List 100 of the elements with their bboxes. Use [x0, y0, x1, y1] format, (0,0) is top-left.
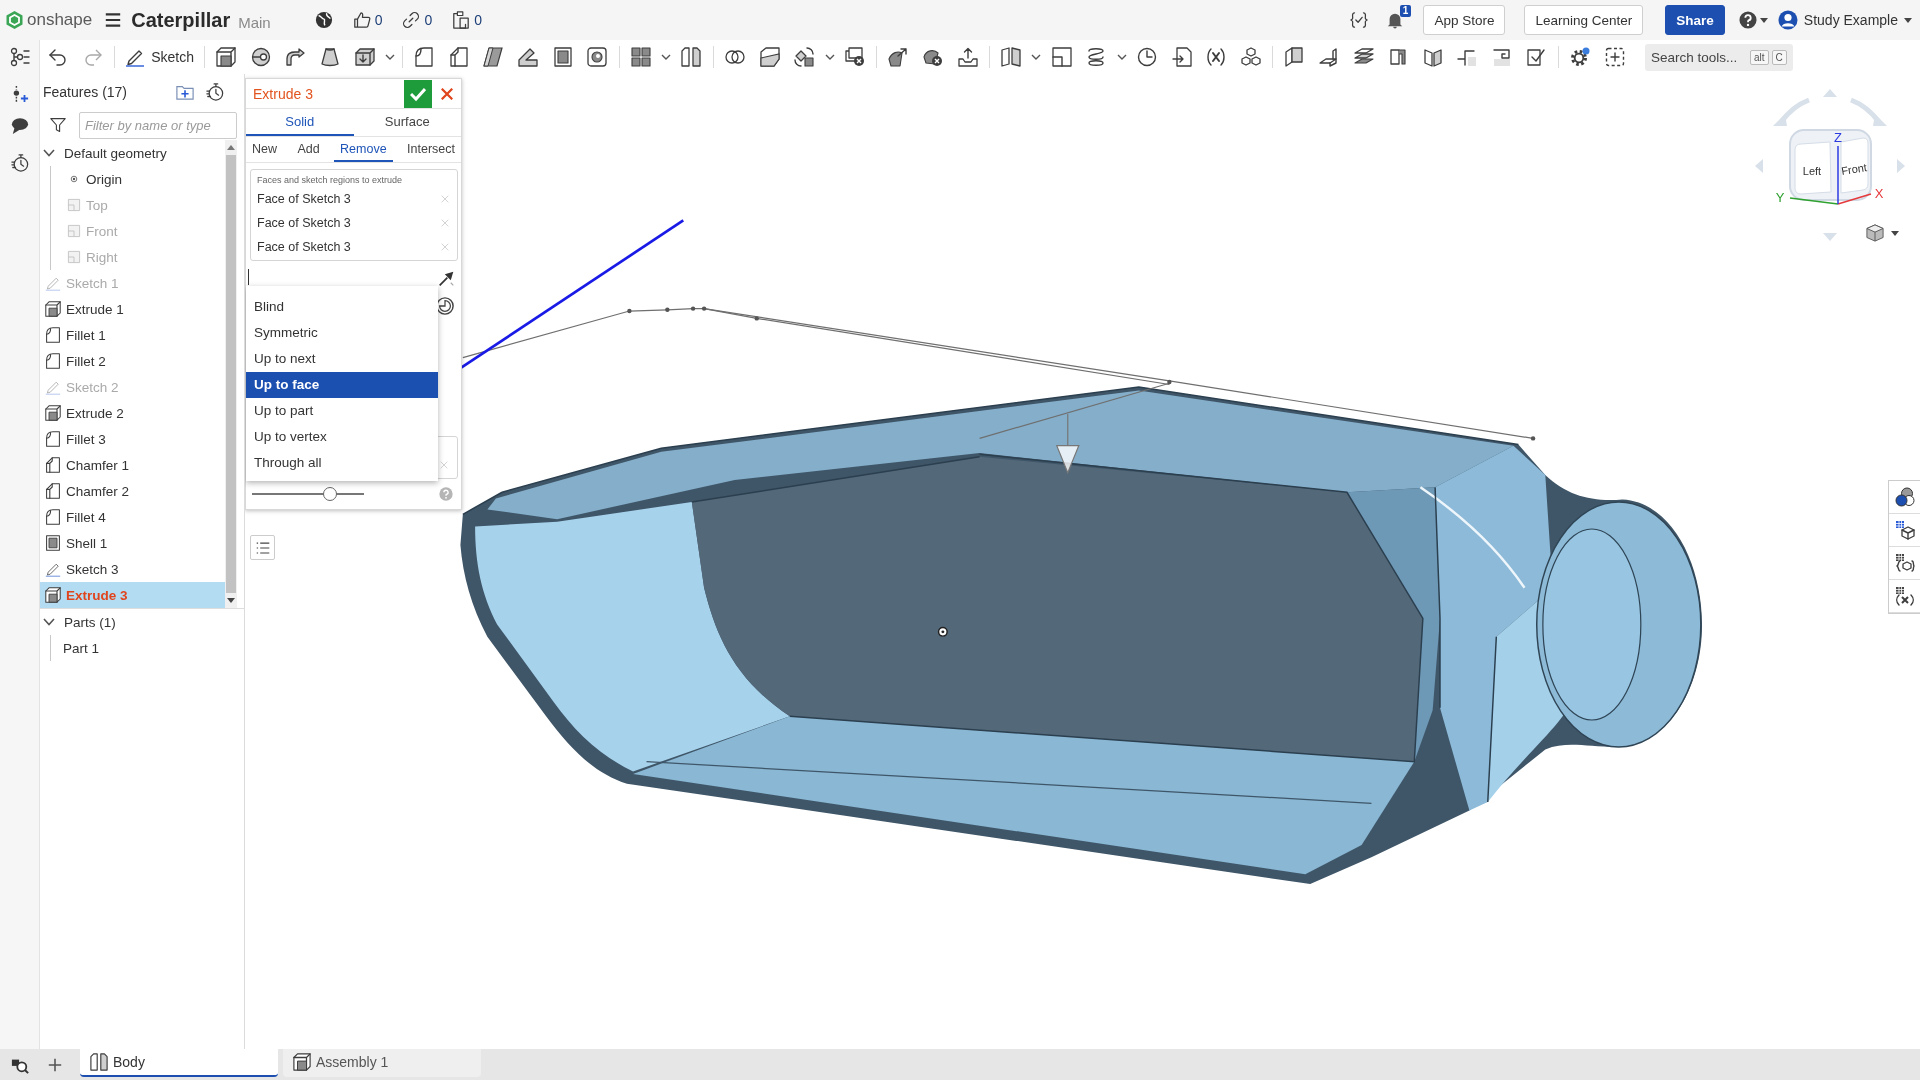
feature-item[interactable]: Origin	[51, 166, 225, 192]
helix-icon[interactable]	[1086, 47, 1107, 67]
tab[interactable]: New	[246, 137, 283, 162]
filter-icon[interactable]	[50, 117, 66, 133]
circles-icon[interactable]	[725, 47, 745, 67]
chevron-icon[interactable]	[43, 618, 55, 626]
dropdown-option[interactable]: Blind	[246, 294, 438, 320]
scrollbar[interactable]	[225, 140, 237, 608]
slanted-block-icon[interactable]	[483, 47, 504, 67]
blob-arrow-icon[interactable]	[888, 47, 909, 67]
user-name[interactable]: Study Example	[1803, 12, 1898, 28]
selection-item[interactable]: Face of Sketch 3	[257, 240, 351, 254]
feature-item[interactable]: Fillet 1	[40, 322, 225, 348]
tree-list-icon[interactable]	[9, 47, 30, 67]
feature-item[interactable]: Shell 1	[40, 530, 225, 556]
avatar-icon[interactable]	[1777, 10, 1798, 30]
header-button[interactable]: Learning Center	[1524, 5, 1644, 35]
feature-item[interactable]: Fillet 4	[40, 504, 225, 530]
dropdown-option[interactable]: Up to face	[246, 372, 438, 398]
caret-down-icon[interactable]	[1759, 17, 1768, 23]
square-check-icon[interactable]	[1526, 47, 1547, 67]
plus-icon[interactable]	[48, 1058, 62, 1072]
chevron-down-icon[interactable]	[1031, 54, 1042, 60]
chevron-down-icon[interactable]	[824, 54, 835, 60]
grid-icon[interactable]	[630, 47, 651, 67]
search-field[interactable]: Search tools... alt C	[1644, 43, 1793, 71]
menu-icon[interactable]	[105, 13, 122, 27]
thumbs-up-icon[interactable]	[352, 11, 371, 29]
parentheses-x-icon[interactable]	[1206, 47, 1227, 67]
selection-item[interactable]: Face of Sketch 3	[257, 192, 351, 206]
help-icon[interactable]	[1738, 11, 1757, 29]
caret-down-icon[interactable]	[1904, 17, 1912, 23]
feature-item[interactable]: Chamfer 2	[40, 478, 225, 504]
feature-item[interactable]: Fillet 3	[40, 426, 225, 452]
cube-icon[interactable]	[1866, 224, 1884, 242]
disc-icon[interactable]	[250, 47, 271, 67]
bevel-corner-icon[interactable]	[448, 47, 469, 67]
dashed-plus-icon[interactable]	[1604, 47, 1625, 67]
cube-icon[interactable]	[216, 47, 237, 67]
tab[interactable]: Add	[291, 137, 326, 162]
list-button[interactable]	[250, 535, 275, 560]
folder-plus-icon[interactable]	[176, 83, 194, 101]
box-arrow-icon[interactable]	[354, 47, 375, 67]
direction-arrow[interactable]	[1055, 413, 1080, 475]
gear-icon[interactable]	[1570, 47, 1591, 67]
caret-down-icon[interactable]	[227, 598, 235, 603]
angled-block-icon[interactable]	[518, 47, 539, 67]
tab[interactable]: Remove	[334, 137, 393, 162]
tab[interactable]: Body	[80, 1049, 278, 1077]
twin-blocks-icon[interactable]	[681, 47, 702, 67]
shapes-arrows-icon[interactable]	[794, 47, 815, 67]
rounded-corner-icon[interactable]	[414, 47, 435, 67]
stopwatch-icon[interactable]	[206, 83, 224, 101]
feature-item[interactable]: Chamfer 1	[40, 452, 225, 478]
sketch-button[interactable]: Sketch	[119, 43, 200, 71]
stopwatch-icon[interactable]	[10, 154, 29, 172]
logo-icon[interactable]	[6, 11, 23, 29]
hook-line-icon[interactable]	[1491, 47, 1512, 67]
feature-item[interactable]: Parts (1)	[40, 609, 244, 635]
feature-item[interactable]: Default geometry	[40, 140, 225, 166]
undo-icon[interactable]	[48, 47, 69, 67]
dropdown-option[interactable]: Up to next	[246, 346, 438, 372]
bent-plate-icon[interactable]	[1318, 47, 1339, 67]
globe-icon[interactable]	[314, 11, 333, 29]
chevron-down-icon[interactable]	[384, 54, 395, 60]
link-icon[interactable]	[402, 11, 421, 29]
open-book-icon[interactable]	[1422, 47, 1443, 67]
speech-bubble-icon[interactable]	[10, 117, 29, 135]
tab[interactable]: Surface	[353, 109, 461, 136]
braces-check-icon[interactable]	[1350, 11, 1369, 29]
feature-item[interactable]: Extrude 2	[40, 400, 225, 426]
feature-item[interactable]: Fillet 2	[40, 348, 225, 374]
tray-arrow-icon[interactable]	[957, 47, 978, 67]
bent-arrow-icon[interactable]	[285, 47, 306, 67]
split-panel-icon[interactable]	[1001, 47, 1022, 67]
hexagons-icon[interactable]	[1240, 47, 1261, 67]
blob-x-icon[interactable]	[923, 47, 943, 67]
slider-thumb[interactable]	[323, 487, 338, 501]
chevron-down-icon[interactable]	[1116, 54, 1127, 60]
feature-item[interactable]: Extrude 1	[40, 296, 225, 322]
tab[interactable]: Assembly 1	[283, 1049, 481, 1077]
clock-icon[interactable]	[436, 297, 454, 315]
chevron-icon[interactable]	[43, 149, 55, 157]
u-block-icon[interactable]	[1388, 47, 1409, 67]
header-button[interactable]: App Store	[1423, 5, 1506, 35]
scroll-thumb[interactable]	[226, 155, 236, 593]
layered-sheets-icon[interactable]	[1353, 47, 1374, 67]
document-arrow-icon[interactable]	[1171, 47, 1192, 67]
hollow-box-icon[interactable]	[552, 47, 573, 67]
feature-item[interactable]: Sketch 3	[40, 556, 225, 582]
tab[interactable]: Intersect	[401, 137, 461, 162]
share-button[interactable]: Share	[1665, 5, 1725, 35]
sliced-box-icon[interactable]	[759, 47, 780, 67]
diagonal-arrow-icon[interactable]	[438, 269, 455, 287]
part-item[interactable]: Part 1	[51, 635, 244, 661]
plane-icon[interactable]	[1051, 47, 1072, 67]
tab[interactable]: Solid	[246, 109, 354, 136]
caret-up-icon[interactable]	[227, 145, 235, 150]
close-icon[interactable]	[441, 87, 453, 100]
filter-field[interactable]: Filter by name or type	[79, 111, 237, 139]
